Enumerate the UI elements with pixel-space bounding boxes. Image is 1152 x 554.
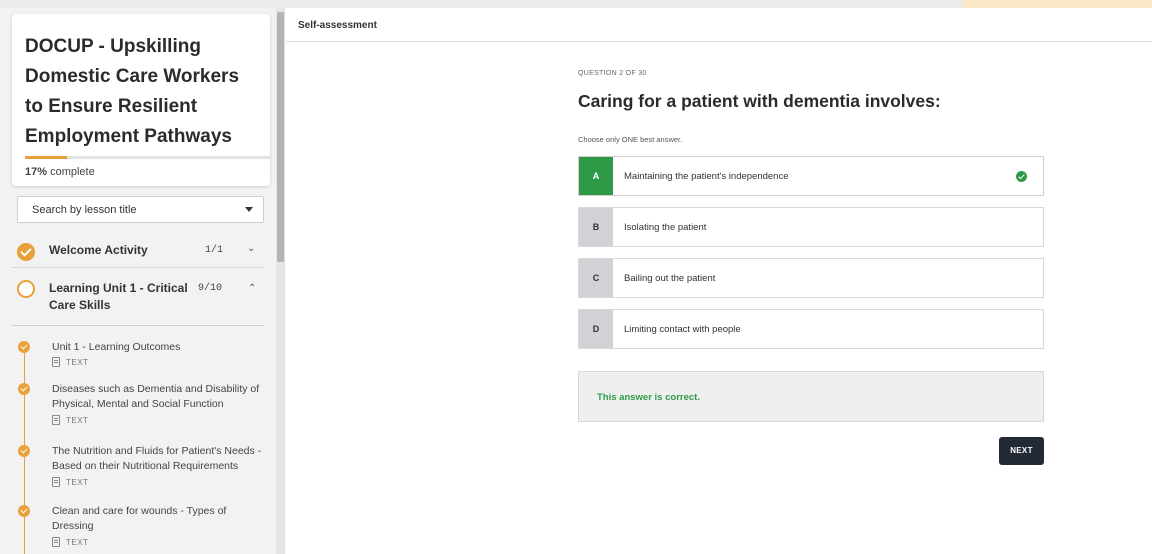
lesson-item[interactable]: Unit 1 - Learning Outcomes TEXT xyxy=(18,340,268,374)
option-letter: A xyxy=(579,157,613,195)
document-icon xyxy=(52,357,60,367)
option-text: Bailing out the patient xyxy=(624,273,716,284)
course-sidebar: DOCUP - Upskilling Domestic Care Workers… xyxy=(0,8,285,554)
lesson-title: Diseases such as Dementia and Disability… xyxy=(52,383,260,410)
document-icon xyxy=(52,415,60,425)
course-progress-bar xyxy=(25,156,270,159)
check-circle-icon xyxy=(17,243,35,261)
lesson-search-select[interactable]: Search by lesson title xyxy=(17,196,264,223)
lesson-complete-icon xyxy=(18,341,30,353)
option-letter: C xyxy=(579,259,613,297)
question-instruction: Choose only ONE best answer. xyxy=(578,135,683,144)
unit-count: 9/10 xyxy=(198,283,223,294)
answer-option-a[interactable]: A Maintaining the patient's independence xyxy=(578,156,1044,196)
page-title: Self-assessment xyxy=(298,20,377,31)
course-progress-fill xyxy=(25,156,67,159)
course-progress-text: 17% complete xyxy=(25,166,95,178)
unit-row-learning-unit-1[interactable]: Learning Unit 1 - Critical Care Skills 9… xyxy=(12,270,264,326)
lesson-complete-icon xyxy=(18,445,30,457)
option-text: Isolating the patient xyxy=(624,222,707,233)
chevron-down-icon[interactable]: ⌄ xyxy=(247,243,255,254)
answer-option-d[interactable]: D Limiting contact with people xyxy=(578,309,1044,349)
document-icon xyxy=(52,537,60,547)
empty-circle-icon xyxy=(17,280,35,298)
lesson-search-placeholder: Search by lesson title xyxy=(32,204,137,216)
lesson-type: TEXT xyxy=(52,415,88,425)
answer-feedback: This answer is correct. xyxy=(578,371,1044,422)
answer-option-b[interactable]: B Isolating the patient xyxy=(578,207,1044,247)
lesson-type-label: TEXT xyxy=(66,478,89,487)
lesson-title: The Nutrition and Fluids for Patient's N… xyxy=(52,445,262,472)
lesson-item[interactable]: Diseases such as Dementia and Disability… xyxy=(18,382,268,432)
lesson-type-label: TEXT xyxy=(66,538,89,547)
question-counter: QUESTION 2 OF 30 xyxy=(578,70,647,77)
lesson-title: Unit 1 - Learning Outcomes xyxy=(52,341,181,353)
lesson-type-label: TEXT xyxy=(66,358,89,367)
course-title: DOCUP - Upskilling Domestic Care Workers… xyxy=(25,36,240,147)
option-letter: B xyxy=(579,208,613,246)
sidebar-scrollbar-thumb[interactable] xyxy=(277,12,284,262)
lesson-type: TEXT xyxy=(52,537,88,547)
chevron-up-icon[interactable]: ⌃ xyxy=(248,283,256,294)
question-text: Caring for a patient with dementia invol… xyxy=(578,91,941,111)
next-button[interactable]: NEXT xyxy=(999,437,1044,465)
lesson-title: Clean and care for wounds - Types of Dre… xyxy=(52,505,227,532)
progress-label: complete xyxy=(50,166,95,178)
caret-down-icon xyxy=(245,207,253,212)
progress-percent: 17% xyxy=(25,166,48,178)
lesson-type: TEXT xyxy=(52,357,88,367)
unit-title: Welcome Activity xyxy=(49,243,148,257)
option-text: Maintaining the patient's independence xyxy=(624,171,789,182)
feedback-text: This answer is correct. xyxy=(597,392,700,403)
option-text: Limiting contact with people xyxy=(624,324,741,335)
lesson-complete-icon xyxy=(18,383,30,395)
lesson-type: TEXT xyxy=(52,477,88,487)
unit-row-welcome-activity[interactable]: Welcome Activity 1/1 ⌄ xyxy=(12,234,264,268)
option-letter: D xyxy=(579,310,613,348)
document-icon xyxy=(52,477,60,487)
lesson-type-label: TEXT xyxy=(66,416,89,425)
check-circle-icon xyxy=(1016,171,1027,182)
course-card: DOCUP - Upskilling Domestic Care Workers… xyxy=(12,14,270,186)
answer-option-c[interactable]: C Bailing out the patient xyxy=(578,258,1044,298)
assessment-header: Self-assessment xyxy=(286,8,1152,42)
lesson-complete-icon xyxy=(18,505,30,517)
lesson-item[interactable]: Clean and care for wounds - Types of Dre… xyxy=(18,504,268,554)
unit-title: Learning Unit 1 - Critical Care Skills xyxy=(49,281,188,312)
lesson-item[interactable]: The Nutrition and Fluids for Patient's N… xyxy=(18,444,268,494)
unit-count: 1/1 xyxy=(205,245,224,256)
